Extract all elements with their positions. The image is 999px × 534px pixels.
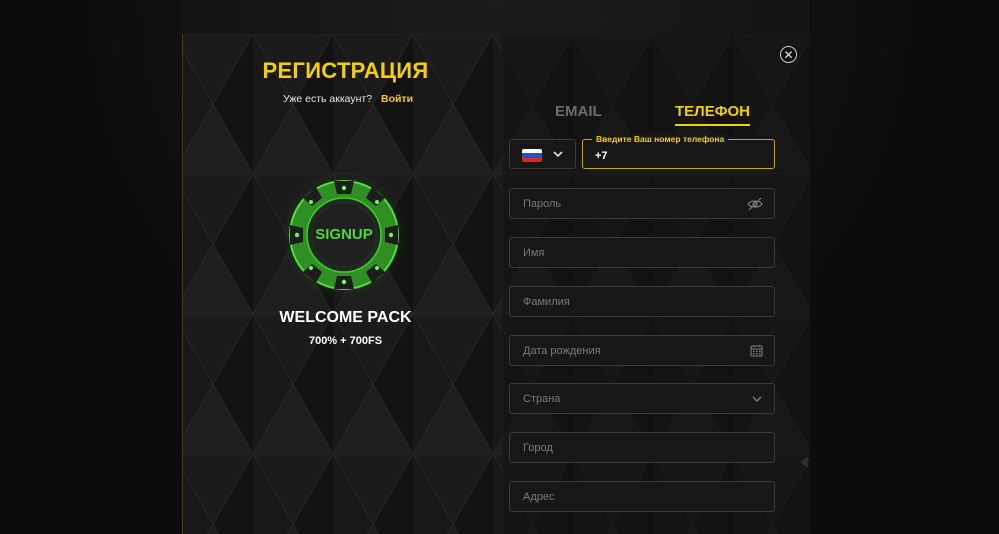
- russia-flag-icon: [522, 149, 542, 162]
- signup-chip: SIGNUP: [279, 170, 409, 300]
- tab-phone-label: ТЕЛЕФОН: [675, 103, 750, 120]
- close-button[interactable]: ✕: [780, 46, 797, 63]
- password-placeholder: Пароль: [523, 198, 562, 210]
- background-header: [180, 0, 810, 34]
- modal-title: РЕГИСТРАЦИЯ: [262, 58, 429, 83]
- phone-input-label: Введите Ваш номер телефона: [592, 134, 729, 144]
- active-tab-underline: [675, 124, 750, 126]
- side-arrow-icon: [800, 456, 808, 468]
- calendar-icon[interactable]: [750, 344, 763, 357]
- last-name-input[interactable]: Фамилия: [509, 286, 775, 317]
- welcome-offer: 700% + 700FS: [308, 335, 383, 347]
- tab-phone[interactable]: ТЕЛЕФОН: [675, 103, 750, 126]
- promo-panel: РЕГИСТРАЦИЯ Уже есть аккаунт? Войти SIGN…: [183, 34, 503, 534]
- chip-label: SIGNUP: [315, 226, 373, 243]
- registration-modal: РЕГИСТРАЦИЯ Уже есть аккаунт? Войти SIGN…: [182, 34, 810, 534]
- birth-date-input[interactable]: Дата рождения: [509, 335, 775, 366]
- login-link[interactable]: Войти: [381, 93, 413, 105]
- address-placeholder: Адрес: [523, 491, 555, 503]
- login-prompt: Уже есть аккаунт? Войти: [283, 93, 413, 105]
- country-placeholder: Страна: [523, 393, 561, 405]
- first-name-input[interactable]: Имя: [509, 237, 775, 268]
- city-input[interactable]: Город: [509, 432, 775, 463]
- welcome-pack-title: WELCOME PACK: [279, 309, 412, 326]
- city-placeholder: Город: [523, 442, 553, 454]
- phone-input-value: +7: [595, 150, 608, 162]
- tab-email[interactable]: EMAIL: [555, 103, 602, 120]
- first-name-placeholder: Имя: [523, 247, 545, 259]
- chevron-down-icon: [752, 396, 762, 402]
- last-name-placeholder: Фамилия: [523, 296, 570, 308]
- close-icon: ✕: [783, 47, 794, 62]
- eye-off-icon[interactable]: [747, 197, 763, 211]
- chevron-down-icon: [553, 151, 563, 158]
- password-input[interactable]: Пароль: [509, 188, 775, 219]
- has-account-text: Уже есть аккаунт?: [283, 93, 373, 105]
- country-code-select[interactable]: [509, 139, 576, 169]
- phone-input[interactable]: Введите Ваш номер телефона +7: [582, 134, 775, 169]
- tab-email-label: EMAIL: [555, 103, 602, 120]
- birth-date-placeholder: Дата рождения: [523, 345, 601, 357]
- country-select[interactable]: Страна: [509, 383, 775, 414]
- address-input[interactable]: Адрес: [509, 481, 775, 512]
